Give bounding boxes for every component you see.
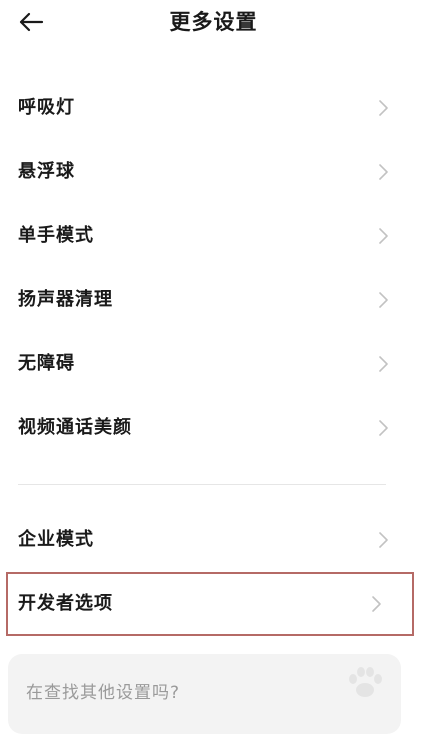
settings-item-accessibility[interactable]: 无障碍 — [0, 332, 427, 396]
settings-item-speaker-cleaning[interactable]: 扬声器清理 — [0, 268, 427, 332]
chevron-right-icon — [379, 532, 388, 548]
chevron-right-icon — [379, 164, 388, 180]
settings-item-label: 企业模式 — [18, 529, 94, 550]
section-divider — [18, 484, 386, 485]
settings-item-one-hand-mode[interactable]: 单手模式 — [0, 204, 427, 268]
paw-watermark-icon — [349, 667, 382, 697]
settings-item-video-call-beauty[interactable]: 视频通话美颜 — [0, 396, 427, 460]
settings-item-label: 单手模式 — [18, 225, 94, 246]
search-prompt-text: 在查找其他设置吗? — [26, 683, 181, 703]
settings-item-label: 扬声器清理 — [18, 289, 113, 310]
chevron-right-icon — [372, 596, 381, 612]
settings-item-label: 悬浮球 — [18, 161, 75, 182]
chevron-right-icon — [379, 356, 388, 372]
settings-item-developer-options[interactable]: 开发者选项 — [6, 572, 414, 636]
chevron-right-icon — [379, 228, 388, 244]
chevron-right-icon — [379, 420, 388, 436]
settings-item-label: 视频通话美颜 — [18, 417, 132, 438]
settings-list-main: 呼吸灯 悬浮球 单手模式 扬声器清理 无障碍 视频通话美颜 — [0, 76, 427, 460]
settings-item-floating-ball[interactable]: 悬浮球 — [0, 140, 427, 204]
settings-item-label: 开发者选项 — [18, 593, 113, 614]
page-title: 更多设置 — [169, 10, 258, 34]
settings-item-label: 无障碍 — [18, 353, 75, 374]
settings-list-secondary: 企业模式 开发者选项 — [0, 508, 427, 636]
settings-item-breathing-light[interactable]: 呼吸灯 — [0, 76, 427, 140]
settings-item-enterprise-mode[interactable]: 企业模式 — [0, 508, 427, 572]
settings-item-label: 呼吸灯 — [18, 97, 75, 118]
chevron-right-icon — [379, 100, 388, 116]
top-bar: 更多设置 — [0, 0, 427, 44]
chevron-right-icon — [379, 292, 388, 308]
